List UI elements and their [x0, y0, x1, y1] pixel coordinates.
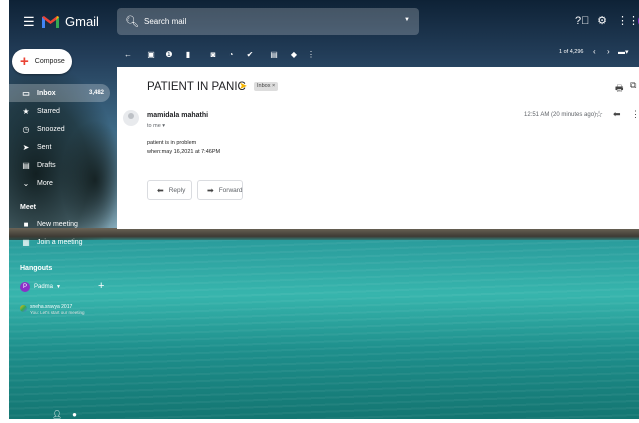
- app-name: Gmail: [65, 14, 99, 29]
- hangouts-footer: 👤︎ ●: [52, 410, 77, 419]
- gmail-logo[interactable]: Gmail: [41, 14, 99, 29]
- keyboard-icon: ▦: [22, 238, 30, 247]
- sidebar-item-label: Snoozed: [37, 125, 65, 133]
- sidebar-item-label: Inbox: [37, 89, 56, 97]
- compose-plus-icon: +: [20, 53, 29, 70]
- meet-section-title: Meet: [20, 204, 36, 211]
- compose-label: Compose: [34, 58, 65, 65]
- hangouts-section-title: Hangouts: [20, 265, 53, 272]
- sender-avatar: [123, 110, 139, 126]
- apps-icon[interactable]: ⋮⋮: [617, 14, 639, 28]
- email-subject: PATIENT IN PANIC: [147, 81, 246, 93]
- draft-icon: ▤: [22, 160, 30, 170]
- sidebar-item-label: Sent: [37, 143, 52, 151]
- reply-icon[interactable]: ⬅: [613, 109, 621, 120]
- email-body-line: patient is in problem: [147, 140, 197, 146]
- back-arrow-icon[interactable]: ←: [123, 50, 133, 59]
- sidebar-item-snoozed[interactable]: ◷ Snoozed: [9, 120, 110, 138]
- join-meeting-item[interactable]: ▦ Join a meeting: [9, 235, 110, 250]
- more-vert-icon[interactable]: ⋮: [631, 109, 639, 120]
- search-icon[interactable]: 🔍︎: [125, 15, 139, 28]
- hangouts-avatar: P: [20, 282, 30, 292]
- compose-button[interactable]: + Compose: [12, 49, 72, 74]
- top-bar: ☰ Gmail 🔍︎ Search mail ▼ ?⃝ ⚙ ⋮⋮ P: [9, 6, 639, 40]
- main-menu-icon[interactable]: ☰: [23, 15, 39, 29]
- forward-icon: ➡: [207, 185, 214, 195]
- help-icon[interactable]: ?⃝: [575, 14, 589, 28]
- hangouts-user[interactable]: P Padma ▼: [20, 282, 61, 292]
- send-icon: ➤: [22, 142, 30, 152]
- search-input[interactable]: Search mail: [144, 17, 186, 26]
- screen-border: [0, 419, 639, 423]
- input-tools-icon[interactable]: ▬▾: [618, 48, 629, 56]
- email-toolbar: ← ▣ ❶ ▮ ◙ ◔ ✔ ▤ ◆ ⋮ 1 of 4,296 ‹ › ▬▾: [117, 45, 639, 63]
- email-body-line: when:may 16,2021 at 7:46PM: [147, 149, 221, 155]
- star-icon: ★: [22, 106, 30, 116]
- delete-icon[interactable]: ▮: [183, 50, 193, 59]
- label-icon[interactable]: ◆: [289, 50, 299, 59]
- contact-avatar: [20, 305, 27, 312]
- chevron-down-icon: ▼: [56, 284, 61, 290]
- sidebar-item-drafts[interactable]: ▤ Drafts: [9, 156, 110, 174]
- add-task-icon[interactable]: ✔: [245, 50, 255, 59]
- report-spam-icon[interactable]: ❶: [164, 50, 174, 59]
- older-icon[interactable]: ‹: [593, 47, 596, 56]
- archive-icon[interactable]: ▣: [146, 50, 156, 59]
- sidebar-item-label: Drafts: [37, 161, 56, 169]
- sidebar-item-inbox[interactable]: ▭ Inbox 3,482: [9, 84, 110, 102]
- snooze-icon[interactable]: ◔: [226, 50, 236, 59]
- open-in-new-window-icon[interactable]: ⧉: [630, 80, 636, 91]
- star-icon[interactable]: ☆: [595, 109, 603, 120]
- sidebar-nav: ▭ Inbox 3,482 ★ Starred ◷ Snoozed ➤ Sent…: [9, 84, 110, 192]
- pager-text: 1 of 4,296: [559, 49, 584, 55]
- email-timestamp: 12:51 AM (20 minutes ago): [524, 112, 597, 118]
- reply-label: Reply: [168, 186, 186, 194]
- chevron-down-icon: ⌄: [22, 178, 30, 188]
- contact-last-message: You: Let's start our meeting: [30, 310, 85, 315]
- sidebar-item-sent[interactable]: ➤ Sent: [9, 138, 110, 156]
- gmail-m-icon: [42, 15, 59, 28]
- more-vert-icon[interactable]: ⋮: [306, 50, 316, 59]
- sender-name[interactable]: mamidala mahathi: [147, 112, 208, 119]
- meet-item-label: Join a meeting: [37, 239, 83, 246]
- forward-label: Forward: [218, 186, 243, 194]
- sidebar-item-more[interactable]: ⌄ More: [9, 174, 110, 192]
- add-contact-icon[interactable]: +: [98, 280, 104, 292]
- reply-icon: ⬅: [157, 185, 164, 195]
- reply-button[interactable]: ⬅ Reply: [147, 180, 192, 200]
- unread-count: 3,482: [88, 90, 104, 96]
- sidebar-item-starred[interactable]: ★ Starred: [9, 102, 110, 120]
- hangouts-contact[interactable]: sneha.sravya 2017 You: Let's start our m…: [20, 304, 84, 315]
- search-options-icon[interactable]: ▼: [404, 17, 410, 23]
- settings-icon[interactable]: ⚙: [596, 14, 608, 28]
- sidebar-item-label: More: [37, 179, 53, 187]
- inbox-icon: ▭: [22, 88, 30, 98]
- background-water: [0, 240, 639, 423]
- location-icon[interactable]: ●: [72, 410, 77, 419]
- mark-unread-icon[interactable]: ◙: [208, 50, 218, 59]
- video-camera-icon: ■: [23, 220, 29, 229]
- header-actions: ?⃝ ⚙ ⋮⋮ P: [575, 14, 639, 28]
- print-icon[interactable]: 🖶︎: [615, 81, 624, 97]
- inbox-label-chip[interactable]: Inbox ×: [254, 82, 279, 91]
- recipient-details[interactable]: to me ▾: [147, 123, 165, 129]
- screen-border: [0, 0, 9, 423]
- newer-icon[interactable]: ›: [607, 47, 610, 56]
- meet-item-label: New meeting: [37, 221, 78, 228]
- important-marker-icon[interactable]: ➤: [239, 81, 247, 92]
- email-view: PATIENT IN PANIC ➤ Inbox × 🖶︎ ⧉ mamidala…: [117, 67, 639, 229]
- search-bar[interactable]: 🔍︎ Search mail ▼: [117, 8, 419, 35]
- sidebar-item-label: Starred: [37, 107, 60, 115]
- forward-button[interactable]: ➡ Forward: [197, 180, 243, 200]
- move-to-icon[interactable]: ▤: [269, 50, 279, 59]
- new-meeting-item[interactable]: ■ New meeting: [9, 217, 110, 232]
- person-icon[interactable]: 👤︎: [52, 410, 62, 419]
- hangouts-user-name: Padma: [34, 284, 54, 290]
- clock-icon: ◷: [22, 124, 30, 134]
